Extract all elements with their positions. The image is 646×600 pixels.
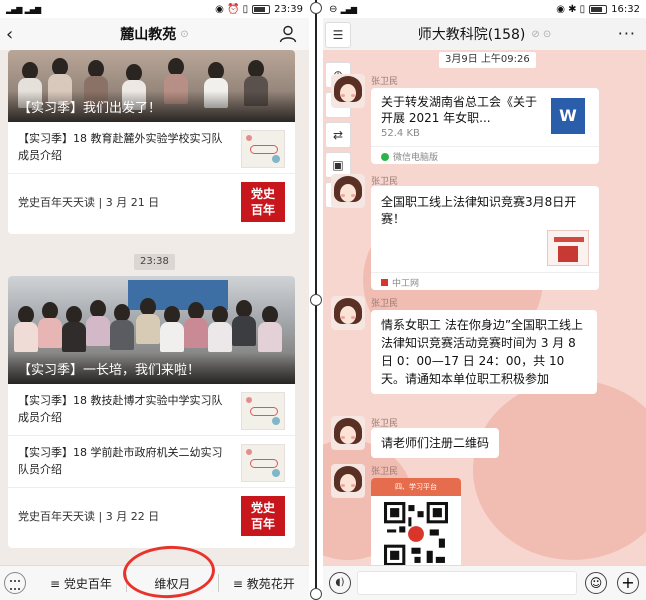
file-title: 关于转发湖南省总工会《关于开展 2021 年女职... [381, 95, 538, 125]
battery-icon [589, 4, 608, 14]
menu-item-rights-month[interactable]: 维权月 [127, 575, 217, 592]
avatar[interactable] [331, 296, 365, 330]
chat-input-bar: ◖) ☺ + [323, 565, 646, 600]
word-icon-letter: W [559, 106, 577, 125]
article-thumbnail [241, 392, 285, 430]
status-time: 16:32 [611, 3, 640, 15]
image-message[interactable]: 四、学习平台 [371, 478, 461, 568]
divider-handle[interactable] [310, 2, 322, 14]
avatar[interactable] [331, 74, 365, 108]
back-arrow-icon[interactable]: ‹ [6, 24, 13, 45]
article-item[interactable]: 【实习季】18 教技赴博才实验中学实习队成员介绍 [8, 384, 295, 436]
official-account-header: 麓山教苑 ⊙ [0, 18, 309, 50]
message-input[interactable] [357, 571, 577, 595]
article-item[interactable]: 党史百年天天读 | 3 月 21 日 党史 百年 [8, 174, 295, 230]
link-title: 全国职工线上法律知识竞赛3月8日开赛！ [381, 195, 577, 226]
article-thumbnail [241, 444, 285, 482]
location-pin-icon: ⊙ [180, 28, 189, 40]
cover-caption: 【实习季】我们出发了！ [8, 91, 295, 122]
time-divider: 23:38 [134, 254, 175, 270]
status-time: 23:39 [274, 3, 303, 15]
account-menu-bar: ≡ 党史百年 维权月 ≡ 教苑花开 [0, 565, 309, 600]
person-icon[interactable] [279, 25, 297, 43]
chat-header: 师大教科院(158) ⊘ ⊙ [323, 18, 646, 50]
article-title: 【实习季】18 学前赴市政府机关二幼实习队员介绍 [18, 446, 223, 476]
avatar[interactable] [331, 464, 365, 498]
article-item[interactable]: 党史百年天天读 | 3 月 22 日 党史 百年 [8, 488, 295, 544]
party-history-badge: 党史 百年 [241, 182, 285, 222]
sender-name: 张卫民 [371, 467, 399, 477]
article-item[interactable]: 【实习季】18 教育赴麓外实验学校实习队成员介绍 [8, 122, 295, 174]
cover-photo[interactable]: 【实习季】一长培，我们来啦！ [8, 276, 295, 384]
qr-code-icon [384, 502, 448, 566]
convert-icon[interactable]: ⇄ [325, 122, 351, 148]
menu-item-party-history[interactable]: ≡ 党史百年 [36, 575, 126, 592]
text-message[interactable]: 情系女职工 法在你身边”全国职工线上法律知识竞赛活动竞赛时间为 3 月 8 日 … [371, 310, 597, 394]
cover-photo[interactable]: 【实习季】我们出发了！ [8, 50, 295, 122]
article-item[interactable]: 【实习季】18 学前赴市政府机关二幼实习队员介绍 [8, 436, 295, 488]
background-heart [473, 380, 646, 560]
article-title: 党史百年天天读 | 3 月 22 日 [18, 510, 160, 523]
sender-name: 张卫民 [371, 299, 399, 309]
battery-icon [252, 4, 271, 14]
avatar[interactable] [331, 416, 365, 450]
link-message[interactable]: 全国职工线上法律知识竞赛3月8日开赛！ 中工网 [371, 186, 599, 290]
divider-handle[interactable] [310, 588, 322, 600]
keyboard-icon[interactable] [4, 572, 26, 594]
split-screen-divider[interactable] [309, 0, 323, 600]
news-site-icon [381, 279, 388, 286]
article-card[interactable]: 【实习季】一长培，我们来啦！ 【实习季】18 教技赴博才实验中学实习队成员介绍 … [8, 276, 295, 548]
link-thumbnail [547, 230, 589, 266]
menu-item-campus-flowers[interactable]: ≡ 教苑花开 [219, 575, 309, 592]
chat-title: 师大教科院(158) [417, 27, 526, 43]
emoji-icon[interactable]: ☺ [585, 572, 607, 594]
status-icons: ◉ ⏰ ▯ [215, 3, 249, 15]
party-history-badge: 党史 百年 [241, 496, 285, 536]
wechat-pc-icon [381, 153, 389, 161]
voice-icon[interactable]: ◖) [329, 572, 351, 594]
text-extract-icon[interactable]: ☰ [325, 22, 351, 48]
poster-header: 四、学习平台 [371, 478, 461, 496]
cover-caption: 【实习季】一长培，我们来啦！ [8, 353, 295, 384]
right-phone-screen: ⊖ ▂▄▆ ◉ ✱ ▯ 16:32 师大教科院(158) ⊘ ⊙ ··· ☰ ⊕… [323, 0, 646, 600]
article-title: 【实习季】18 教育赴麓外实验学校实习队成员介绍 [18, 132, 223, 162]
badge-text: 党史 百年 [250, 501, 275, 531]
signal-icons: ⊖ ▂▄▆ [329, 3, 357, 15]
chat-date-label: 3月9日 上午09:26 [439, 52, 536, 68]
plus-icon[interactable]: + [617, 572, 639, 594]
status-icons: ◉ ✱ ▯ [556, 3, 586, 15]
article-title: 党史百年天天读 | 3 月 21 日 [18, 196, 160, 209]
message-text: 情系女职工 法在你身边”全国职工线上法律知识竞赛活动竞赛时间为 3 月 8 日 … [381, 318, 584, 386]
avatar[interactable] [331, 174, 365, 208]
signal-icons: ▂▄▆ ▂▄▆ [6, 4, 41, 14]
mute-icon: ⊘ ⊙ [531, 28, 552, 40]
page-title: 麓山教苑 [120, 27, 177, 43]
file-source-text: 微信电脑版 [393, 153, 439, 163]
article-card[interactable]: 【实习季】我们出发了！ 【实习季】18 教育赴麓外实验学校实习队成员介绍 党史百… [8, 50, 295, 234]
article-title: 【实习季】18 教技赴博才实验中学实习队成员介绍 [18, 394, 223, 424]
status-bar: ▂▄▆ ▂▄▆ ◉ ⏰ ▯ 23:39 [0, 0, 309, 18]
message-text: 请老师们注册二维码 [381, 436, 490, 450]
status-bar: ⊖ ▂▄▆ ◉ ✱ ▯ 16:32 [323, 0, 646, 18]
divider-handle[interactable] [310, 294, 322, 306]
file-message[interactable]: 关于转发湖南省总工会《关于开展 2021 年女职... 52.4 KB W 微信… [371, 88, 599, 164]
article-thumbnail [241, 130, 285, 168]
word-document-icon: W [551, 98, 585, 134]
sender-name: 张卫民 [371, 77, 399, 87]
left-phone-screen: ▂▄▆ ▂▄▆ ◉ ⏰ ▯ 23:39 麓山教苑 ⊙ ‹ 【实习季】我们出发了！… [0, 0, 309, 600]
more-icon[interactable]: ··· [618, 24, 636, 43]
file-source: 微信电脑版 [371, 146, 599, 164]
link-source-text: 中工网 [392, 279, 420, 289]
text-message[interactable]: 请老师们注册二维码 [371, 428, 500, 458]
link-source: 中工网 [371, 272, 599, 290]
badge-text: 党史 百年 [250, 187, 275, 217]
